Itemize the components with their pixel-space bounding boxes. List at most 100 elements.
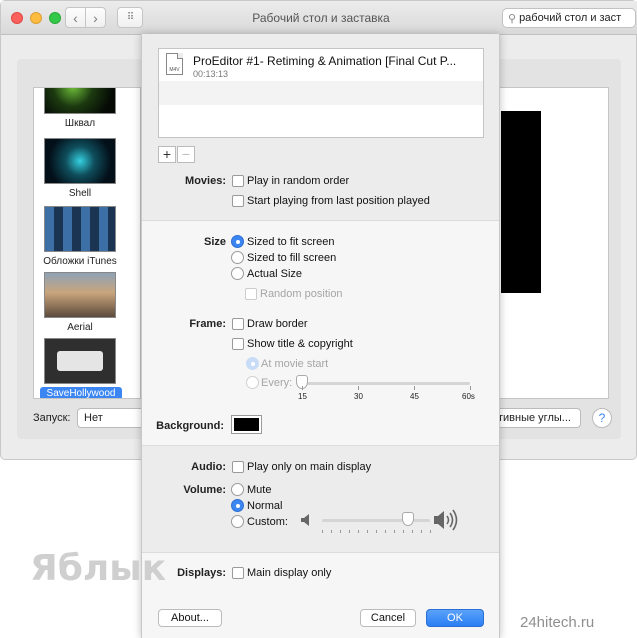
screensaver-item[interactable]: Shell	[34, 138, 140, 206]
every-label: Every:	[261, 377, 293, 389]
screensaver-item-selected[interactable]: SaveHollywood	[34, 338, 140, 398]
screensaver-thumbnail	[44, 88, 116, 114]
size-fit-radio[interactable]	[231, 235, 244, 248]
volume-label: Volume:	[183, 484, 226, 496]
grid-icon: ⠿	[126, 12, 134, 23]
size-fit-label: Sized to fit screen	[247, 236, 335, 248]
slider-tick-label: 45	[410, 392, 419, 401]
cancel-button[interactable]: Cancel	[360, 609, 416, 627]
movie-duration: 00:13:13	[193, 69, 229, 79]
color-swatch	[234, 418, 259, 431]
search-icon: ⚲	[508, 12, 517, 25]
screensaver-thumbnail	[44, 272, 116, 318]
speaker-low-icon	[301, 514, 309, 526]
size-fill-radio[interactable]	[231, 251, 244, 264]
volume-slider-knob[interactable]	[402, 512, 415, 526]
screensaver-item[interactable]: Обложки iTunes	[34, 206, 140, 274]
forward-button[interactable]: ›	[85, 7, 106, 28]
main-display-only-label: Main display only	[247, 567, 332, 579]
displays-section: Displays: Main display only About... Can…	[142, 552, 499, 638]
audio-section: Audio: Play only on main display Volume:…	[142, 446, 499, 552]
show-title-checkbox[interactable]	[232, 338, 244, 350]
add-movie-button[interactable]: +	[158, 146, 176, 163]
back-button[interactable]: ‹	[65, 7, 86, 28]
background-color-well[interactable]	[231, 415, 262, 434]
slider-tick	[414, 386, 415, 390]
help-button[interactable]: ?	[592, 408, 612, 428]
volume-tick	[430, 530, 431, 533]
screensaver-options-sheet: M4V ProEditor #1- Retiming & Animation […	[141, 34, 500, 638]
every-radio[interactable]	[246, 376, 259, 389]
screensaver-label: SaveHollywood	[40, 387, 122, 398]
remove-movie-button[interactable]: −	[177, 146, 195, 163]
draw-border-checkbox[interactable]	[232, 318, 244, 330]
movie-list-empty-row	[159, 81, 483, 105]
zoom-window-button[interactable]	[49, 12, 61, 24]
volume-tick	[349, 530, 350, 533]
chevron-right-icon: ›	[93, 9, 98, 26]
volume-tick	[403, 530, 404, 533]
about-button[interactable]: About...	[158, 609, 222, 627]
volume-mute-radio[interactable]	[231, 483, 244, 496]
audio-main-display-checkbox[interactable]	[232, 461, 244, 473]
screensaver-thumbnail	[44, 138, 116, 184]
window-title: Рабочий стол и заставка	[252, 11, 390, 25]
resume-playback-checkbox[interactable]	[232, 195, 244, 207]
minimize-window-button[interactable]	[30, 12, 42, 24]
volume-tick	[385, 530, 386, 533]
movie-list[interactable]: M4V ProEditor #1- Retiming & Animation […	[158, 48, 484, 138]
slider-tick	[302, 386, 303, 390]
show-all-button[interactable]: ⠿	[117, 7, 143, 28]
volume-tick	[367, 530, 368, 533]
random-position-label: Random position	[260, 288, 343, 300]
size-frame-section: Size Sized to fit screen Sized to fill s…	[142, 220, 499, 446]
movies-section: M4V ProEditor #1- Retiming & Animation […	[142, 34, 499, 220]
size-actual-label: Actual Size	[247, 268, 303, 280]
title-interval-slider-track[interactable]	[302, 382, 470, 385]
preview-screen	[501, 111, 541, 293]
volume-normal-radio[interactable]	[231, 499, 244, 512]
size-actual-radio[interactable]	[231, 267, 244, 280]
screensaver-list[interactable]: Шквал Shell Обложки iTunes Aerial SaveHo…	[33, 87, 141, 399]
volume-tick	[376, 530, 377, 533]
at-movie-start-radio[interactable]	[246, 357, 259, 370]
screensaver-item[interactable]: Aerial	[34, 272, 140, 340]
file-fold	[177, 53, 183, 59]
screensaver-thumbnail	[44, 206, 116, 252]
size-label: Size	[203, 236, 226, 248]
movie-list-item[interactable]: M4V ProEditor #1- Retiming & Animation […	[159, 49, 483, 81]
screensaver-item[interactable]: Шквал	[34, 88, 140, 136]
speaker-high-icon	[434, 509, 458, 531]
audio-main-display-label: Play only on main display	[247, 461, 372, 473]
volume-normal-label: Normal	[247, 500, 283, 512]
cinema-sign-icon	[57, 351, 103, 371]
random-position-checkbox[interactable]	[245, 288, 257, 300]
volume-custom-label: Custom:	[247, 516, 288, 528]
search-field[interactable]: ⚲ рабочий стол и заст	[502, 8, 636, 28]
volume-tick	[322, 530, 323, 533]
close-window-button[interactable]	[11, 12, 23, 24]
start-label: Запуск:	[33, 412, 71, 424]
watermark-left: Яблык	[30, 548, 167, 589]
main-display-only-checkbox[interactable]	[232, 567, 244, 579]
slider-tick	[358, 386, 359, 390]
random-order-checkbox[interactable]	[232, 175, 244, 187]
title-bar: ‹ › ⠿ Рабочий стол и заставка ⚲ рабочий …	[1, 1, 637, 35]
volume-custom-radio[interactable]	[231, 515, 244, 528]
random-order-label: Play in random order	[247, 175, 350, 187]
start-after-select[interactable]: Нет	[77, 408, 147, 428]
screensaver-thumbnail	[44, 338, 116, 384]
movie-file-icon: M4V	[166, 53, 183, 75]
movie-title: ProEditor #1- Retiming & Animation [Fina…	[193, 54, 457, 68]
at-movie-start-label: At movie start	[261, 358, 329, 370]
file-extension: M4V	[169, 67, 180, 73]
show-title-label: Show title & copyright	[247, 338, 353, 350]
screensaver-label: Aerial	[67, 322, 93, 333]
search-input-value: рабочий стол и заст	[519, 12, 622, 24]
volume-tick	[394, 530, 395, 533]
ok-button[interactable]: OK	[426, 609, 484, 627]
volume-tick	[421, 530, 422, 533]
resume-playback-label: Start playing from last position played	[247, 195, 430, 207]
watermark-right: 24hitech.ru	[520, 614, 595, 631]
slider-tick-label: 30	[354, 392, 363, 401]
